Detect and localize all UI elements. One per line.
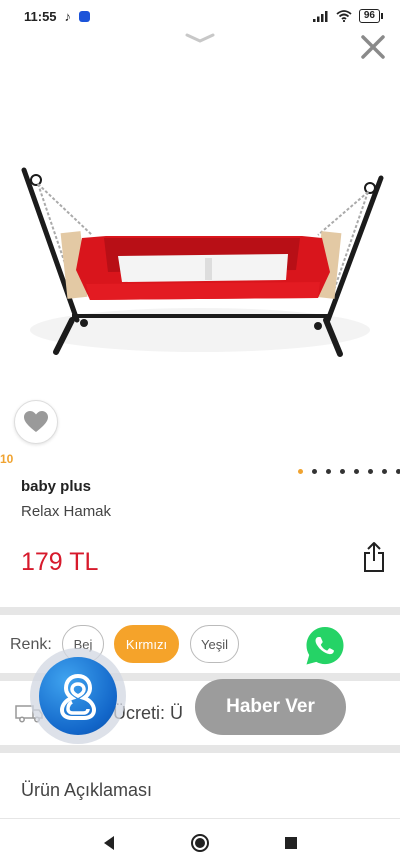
section-divider xyxy=(0,818,400,819)
wifi-icon xyxy=(336,10,352,22)
favorite-button[interactable] xyxy=(14,400,58,444)
pager-dot[interactable] xyxy=(326,469,331,474)
image-pager[interactable] xyxy=(298,469,400,474)
notify-me-button[interactable]: Haber Ver xyxy=(195,679,346,735)
status-bar: 11:55 ♪ 96 xyxy=(0,0,400,32)
assistant-logo-icon xyxy=(59,673,97,720)
product-description-header[interactable]: Ürün Açıklaması xyxy=(21,780,152,801)
pager-dot[interactable] xyxy=(354,469,359,474)
pager-dot[interactable] xyxy=(368,469,373,474)
system-nav-bar xyxy=(0,820,400,866)
color-label: Renk: xyxy=(10,636,52,653)
close-button[interactable] xyxy=(356,30,390,64)
back-icon[interactable] xyxy=(102,835,116,851)
heart-icon xyxy=(24,411,48,432)
signal-icon xyxy=(312,11,328,22)
whatsapp-icon[interactable] xyxy=(303,624,347,668)
product-name: Relax Hamak xyxy=(21,503,112,520)
share-icon[interactable] xyxy=(362,541,386,573)
collapse-chevron-icon[interactable] xyxy=(183,30,217,46)
section-divider xyxy=(0,607,400,615)
pager-dot[interactable] xyxy=(312,469,317,474)
pager-dot[interactable] xyxy=(298,469,303,474)
product-brand: baby plus xyxy=(21,478,92,495)
pager-dot[interactable] xyxy=(396,469,400,474)
color-option-kirmizi[interactable]: Kırmızı xyxy=(114,625,179,663)
assistant-fab[interactable] xyxy=(30,648,126,744)
image-counter: 10 xyxy=(0,452,14,466)
pager-dot[interactable] xyxy=(340,469,345,474)
home-icon[interactable] xyxy=(190,833,210,853)
battery-icon: 96 xyxy=(358,9,384,23)
tiktok-icon: ♪ xyxy=(64,8,72,24)
recents-icon[interactable] xyxy=(284,836,298,850)
status-time: 11:55 xyxy=(24,8,57,24)
pager-dot[interactable] xyxy=(382,469,387,474)
section-divider xyxy=(0,745,400,753)
product-image[interactable] xyxy=(0,120,400,400)
product-price: 179 TL xyxy=(21,548,99,576)
color-option-yesil[interactable]: Yeşil xyxy=(190,625,239,663)
app-notification-icon xyxy=(79,10,91,22)
